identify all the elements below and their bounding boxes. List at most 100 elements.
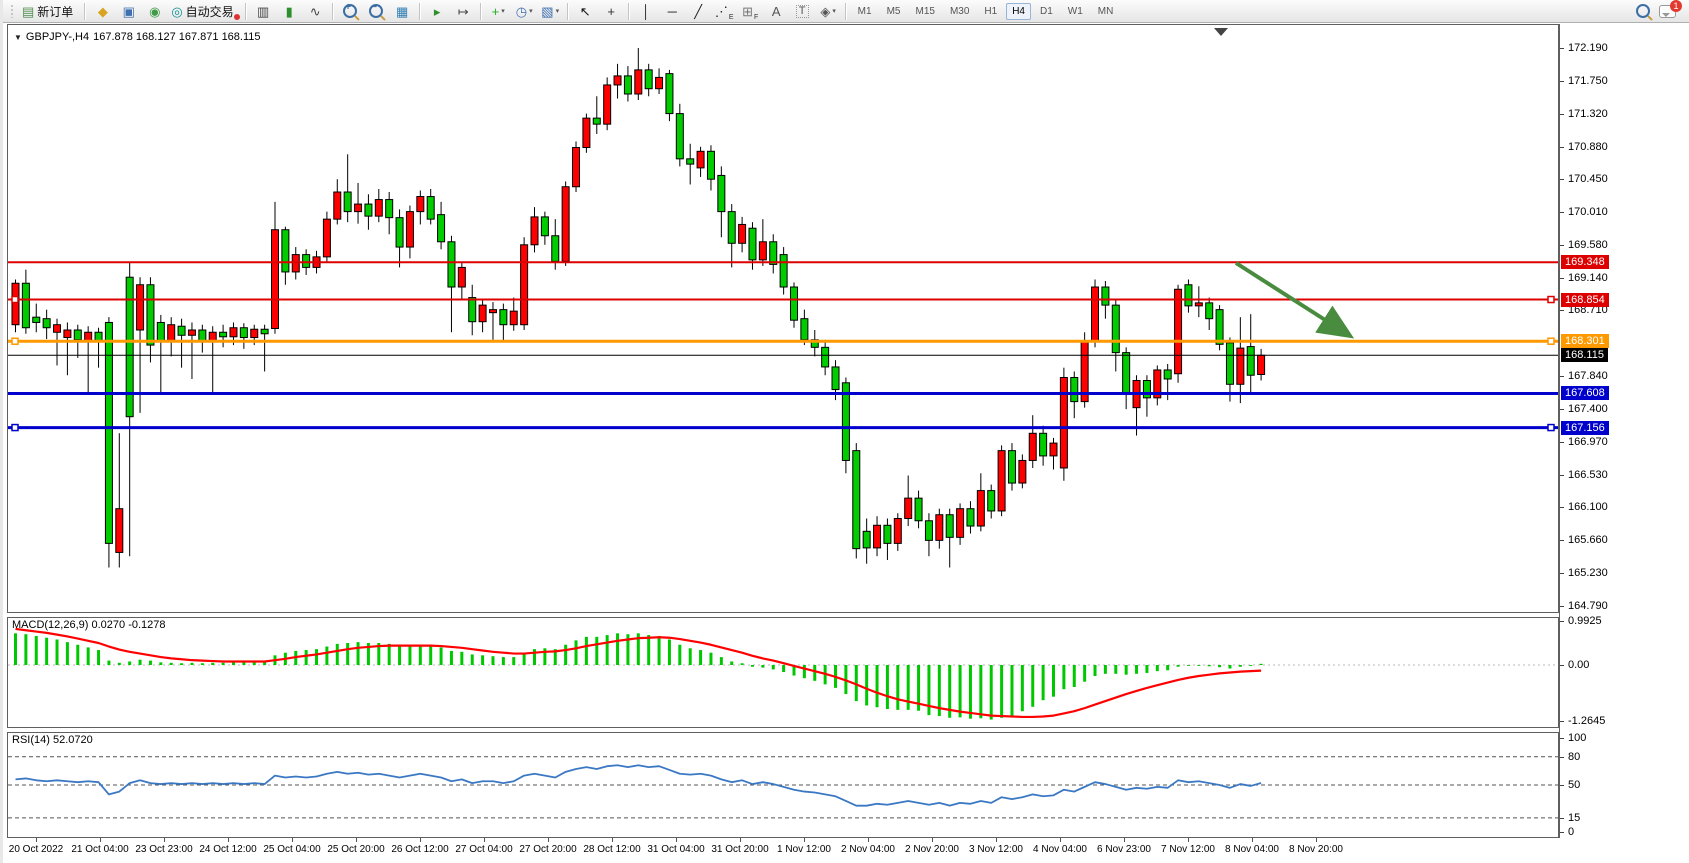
candle [541,217,548,236]
notifications-button[interactable]: 1 [1656,1,1685,22]
periods-button[interactable]: ◷▾ [512,1,537,22]
candle [1175,289,1182,373]
template-icon: ▧ [541,5,553,18]
chart-ohlc-quote: 167.878 168.127 167.871 168.115 [93,31,260,43]
candle [251,329,258,337]
time-tick-label: 25 Oct 04:00 [263,844,320,855]
candle [344,192,351,212]
line-chart-button[interactable]: ∿ [303,1,328,22]
candle [915,498,922,521]
search-button[interactable] [1630,1,1655,22]
charts-button[interactable]: ◆ [90,1,115,22]
price-tick-label: 166.530 [1568,469,1608,481]
hline-button[interactable]: ─ [660,1,685,22]
price-badge: 168.854 [1561,293,1609,307]
candle [1237,348,1244,384]
time-tick-label: 8 Nov 20:00 [1289,844,1343,855]
rsi-tick-label: 15 [1568,812,1580,824]
candle [1019,460,1026,483]
tile-windows-button[interactable]: ▦ [390,1,415,22]
price-tick-label: 167.840 [1568,370,1608,382]
text-button[interactable]: A [764,1,789,22]
label-button[interactable]: T [790,1,815,22]
timeframe-button-m30[interactable]: M30 [944,3,975,20]
candle [676,114,683,159]
candle [1092,287,1099,341]
fibonacci-button[interactable]: ⋰E [712,1,737,22]
candle [1247,347,1254,376]
time-axis-tick [676,838,677,842]
vline-button[interactable]: │ [634,1,659,22]
cursor-icon: ↖ [580,5,591,18]
signals-button[interactable]: ◉ [142,1,167,22]
time-axis-tick [1188,838,1189,842]
price-badge: 167.156 [1561,421,1609,435]
candle [780,255,787,287]
data-window-button[interactable]: ▣ [116,1,141,22]
timeframe-button-h1[interactable]: H1 [978,3,1003,20]
candle [894,518,901,543]
chart-shift-button[interactable]: ↦ [451,1,476,22]
candle [1040,433,1047,456]
timeframe-button-mn[interactable]: MN [1092,3,1120,20]
candle-chart-button[interactable]: ▮ [277,1,302,22]
candle [147,285,154,345]
price-axis[interactable]: 172.190171.750171.320170.880170.450170.0… [1559,24,1689,838]
candle [936,515,943,541]
candle [946,515,953,538]
line-handle[interactable] [1548,338,1554,344]
candle [697,151,704,168]
axis-tick [1560,48,1564,49]
time-tick-label: 20 Oct 2022 [9,844,63,855]
zoom-in-button[interactable]: + [338,1,363,22]
timeframe-button-d1[interactable]: D1 [1034,3,1059,20]
time-axis[interactable]: 20 Oct 202221 Oct 04:0023 Oct 23:0024 Oc… [3,838,1559,863]
time-tick-label: 25 Oct 20:00 [327,844,384,855]
timeframe-button-m1[interactable]: M1 [852,3,878,20]
line-handle[interactable] [1548,425,1554,431]
crosshair-icon: + [607,5,615,18]
autotrading-button[interactable]: ◎自动交易 [168,1,240,22]
timeframe-button-h4[interactable]: H4 [1006,3,1031,20]
candle [1258,355,1265,374]
candlestick-chart[interactable] [8,25,1558,612]
cursor-button[interactable]: ↖ [573,1,598,22]
price-chart-panel[interactable]: ▼ GBPJPY-,H4 167.878 168.127 167.871 168… [7,24,1559,613]
shapes-button[interactable]: ◈▾ [816,1,841,22]
auto-scroll-button[interactable]: ▸ [425,1,450,22]
toolbar-separator [567,3,569,20]
zoom-out-button[interactable]: − [364,1,389,22]
vertical-line-icon: │ [642,5,650,18]
line-handle[interactable] [12,338,18,344]
autotrading-button-label: 自动交易 [186,3,234,20]
indicators-button[interactable]: +▾ [486,1,511,22]
timeframe-button-m5[interactable]: M5 [881,3,907,20]
rsi-panel[interactable]: RSI(14) 52.0720 [7,732,1559,838]
toolbar: ▤新订单◆▣◉◎自动交易▥▮∿+−▦▸↦+▾◷▾▧▾↖+│─╱⋰E⊞FAT◈▾M… [3,0,1689,23]
line-handle[interactable] [12,297,18,303]
line-handle[interactable] [1548,297,1554,303]
candle [479,305,486,322]
line-handle[interactable] [12,425,18,431]
trendline-button[interactable]: ╱ [686,1,711,22]
axis-tick [1560,757,1564,758]
grid-button[interactable]: ⊞F [738,1,763,22]
crosshair-button[interactable]: + [599,1,624,22]
time-axis-tick [548,838,549,842]
pointer-icon: ◆ [98,5,108,18]
templates-button[interactable]: ▧▾ [538,1,563,22]
chevron-down-icon[interactable]: ▼ [14,33,22,42]
timeframe-button-w1[interactable]: W1 [1062,3,1089,20]
new-order-button[interactable]: ▤新订单 [19,1,80,22]
time-tick-label: 31 Oct 04:00 [647,844,704,855]
macd-tick-label: 0.9925 [1568,615,1602,627]
text-icon: A [772,5,781,18]
price-badge: 168.115 [1561,348,1608,362]
price-tick-label: 166.100 [1568,501,1608,513]
candle [469,298,476,322]
chart-shift-marker[interactable] [1214,28,1228,36]
trend-arrow-annotation[interactable] [1236,263,1344,332]
bar-chart-button[interactable]: ▥ [251,1,276,22]
timeframe-button-m15[interactable]: M15 [909,3,940,20]
macd-panel[interactable]: MACD(12,26,9) 0.0270 -0.1278 [7,617,1559,728]
